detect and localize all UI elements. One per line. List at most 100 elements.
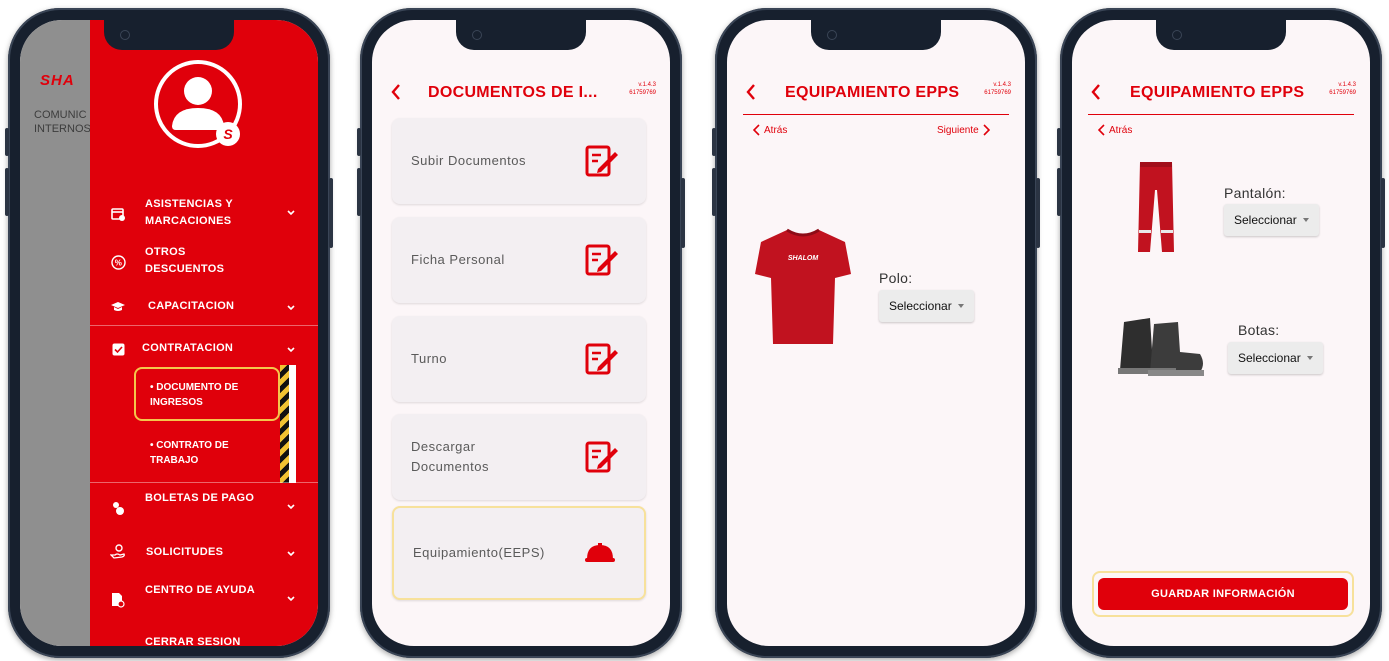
menu-item-solicitudes[interactable]: SOLICITUDES [90, 544, 318, 564]
app-header: DOCUMENTOS DE I... v.1.4.3 61759769 [372, 78, 670, 116]
version-info: v.1.4.3 61759769 [629, 81, 656, 97]
side-button [712, 128, 716, 156]
svg-text:%: % [114, 258, 121, 267]
phone-frame-epps-pants-boots: EQUIPAMIENTO EPPS v.1.4.3 61759769 Atrás… [1057, 8, 1385, 658]
edit-document-icon [585, 244, 618, 276]
document-search-icon [110, 592, 126, 608]
card-label: Subir Documentos [411, 153, 526, 168]
side-button [1036, 178, 1040, 248]
back-arrow-icon[interactable] [1090, 82, 1102, 102]
camera [827, 30, 837, 40]
menu-item-label: CENTRO DE AYUDA [145, 584, 256, 596]
card-descargar-documentos[interactable]: Descargar Documentos [392, 414, 646, 500]
card-label: Turno [411, 351, 447, 366]
camera [120, 30, 130, 40]
menu-item-centro-de-ayuda[interactable]: CENTRO DE AYUDA [90, 582, 318, 618]
card-equipamiento[interactable]: Equipamiento(EEPS) [392, 506, 646, 600]
side-button [681, 178, 685, 248]
user-id-label: 61759769 [1329, 90, 1356, 96]
coins-icon [110, 500, 126, 516]
screen: EQUIPAMIENTO EPPS v.1.4.3 61759769 Atrás… [1072, 20, 1370, 646]
card-label: Descargar Documentos [411, 439, 489, 474]
menu-item-cerrar-sesion[interactable]: CERRAR SESION [90, 634, 318, 646]
menu-item-capacitacion[interactable]: CAPACITACION [90, 298, 318, 318]
percent-icon: % [110, 254, 126, 270]
boots-image [1118, 318, 1204, 376]
menu-item-label: CERRAR SESION [145, 636, 241, 646]
header-divider [1088, 114, 1354, 115]
menu-item-boletas-de-pago[interactable]: BOLETAS DE PAGO [90, 490, 318, 526]
screen: EQUIPAMIENTO EPPS v.1.4.3 61759769 Atrás… [727, 20, 1025, 646]
submenu-item-label: DOCUMENTO DE INGRESOS [150, 382, 239, 408]
notch [104, 20, 234, 50]
background-app-panel: SHA COMUNIC INTERNOS [20, 20, 91, 646]
back-link[interactable]: Atrás [1098, 124, 1132, 136]
notch [1156, 20, 1286, 50]
divider [90, 482, 318, 483]
chevron-down-icon [287, 210, 295, 216]
chevron-left-icon [753, 124, 760, 136]
side-button [1381, 178, 1385, 248]
user-id-label: 61759769 [629, 90, 656, 96]
back-arrow-icon[interactable] [745, 82, 757, 102]
caret-down-icon [1306, 356, 1313, 360]
side-button [1057, 168, 1061, 216]
menu-item-label: CAPACITACION [148, 300, 235, 312]
menu-item-otros-descuentos[interactable]: % OTROS DESCUENTOS [90, 244, 318, 280]
version-info: v.1.4.3 61759769 [984, 81, 1011, 97]
app-header: EQUIPAMIENTO EPPS v.1.4.3 61759769 [1072, 78, 1370, 116]
chevron-down-icon [287, 551, 295, 557]
chevron-right-icon [983, 124, 990, 136]
submenu-item-documento-de-ingresos[interactable]: • DOCUMENTO DE INGRESOS [150, 380, 260, 410]
version-label: v.1.4.3 [993, 82, 1011, 88]
background-text-line: COMUNIC [34, 109, 87, 121]
menu-item-label: BOLETAS DE PAGO [145, 492, 255, 504]
back-link-label: Atrás [764, 124, 788, 136]
menu-item-label: OTROS DESCUENTOS [145, 246, 225, 275]
side-button [1057, 128, 1061, 156]
back-link-label: Atrás [1109, 124, 1133, 136]
app-header: EQUIPAMIENTO EPPS v.1.4.3 61759769 [727, 78, 1025, 116]
select-value: Seleccionar [1238, 351, 1301, 365]
phone-frame-documents: DOCUMENTOS DE I... v.1.4.3 61759769 Subi… [357, 8, 685, 658]
phone-frame-menu: SHA COMUNIC INTERNOS S ASISTENCIAS Y MAR… [5, 8, 333, 658]
hazard-stripes-edge [289, 365, 296, 483]
pants-select[interactable]: Seleccionar [1224, 204, 1319, 236]
hand-coin-icon [110, 544, 126, 560]
polo-shirt-image: SHALOM [755, 228, 851, 344]
back-link[interactable]: Atrás [753, 124, 787, 136]
caret-down-icon [1302, 218, 1309, 222]
boots-select[interactable]: Seleccionar [1228, 342, 1323, 374]
page-title: EQUIPAMIENTO EPPS [785, 84, 960, 101]
user-avatar-icon[interactable]: S [152, 58, 244, 150]
hazard-stripes [280, 365, 289, 483]
menu-item-label: CONTRATACION [142, 342, 234, 354]
calendar-icon [110, 206, 126, 222]
side-button [5, 128, 9, 156]
back-arrow-icon[interactable] [390, 82, 402, 102]
caret-down-icon [957, 304, 964, 308]
polo-select[interactable]: Seleccionar [879, 290, 974, 322]
submenu-item-label: CONTRATO DE TRABAJO [150, 440, 229, 466]
brand-logo: SHA [40, 72, 75, 89]
next-link[interactable]: Siguiente [937, 124, 990, 136]
polo-label: Polo: [879, 270, 913, 286]
notch [811, 20, 941, 50]
menu-item-asistencias[interactable]: ASISTENCIAS Y MARCACIONES [90, 196, 318, 232]
card-turno[interactable]: Turno [392, 316, 646, 402]
card-ficha-personal[interactable]: Ficha Personal [392, 217, 646, 303]
divider [90, 325, 318, 326]
side-button [712, 168, 716, 216]
edit-document-icon [585, 441, 618, 473]
submenu-item-contrato-de-trabajo[interactable]: • CONTRATO DE TRABAJO [150, 438, 260, 468]
chevron-down-icon [287, 504, 295, 510]
select-value: Seleccionar [889, 299, 952, 313]
header-divider [743, 114, 1009, 115]
card-subir-documentos[interactable]: Subir Documentos [392, 118, 646, 204]
svg-text:S: S [223, 126, 233, 142]
pants-label: Pantalón: [1224, 185, 1286, 201]
save-button[interactable]: GUARDAR INFORMACIÓN [1098, 578, 1348, 610]
menu-item-contratacion[interactable]: CONTRATACION [90, 340, 318, 360]
notch [456, 20, 586, 50]
screen: DOCUMENTOS DE I... v.1.4.3 61759769 Subi… [372, 20, 670, 646]
